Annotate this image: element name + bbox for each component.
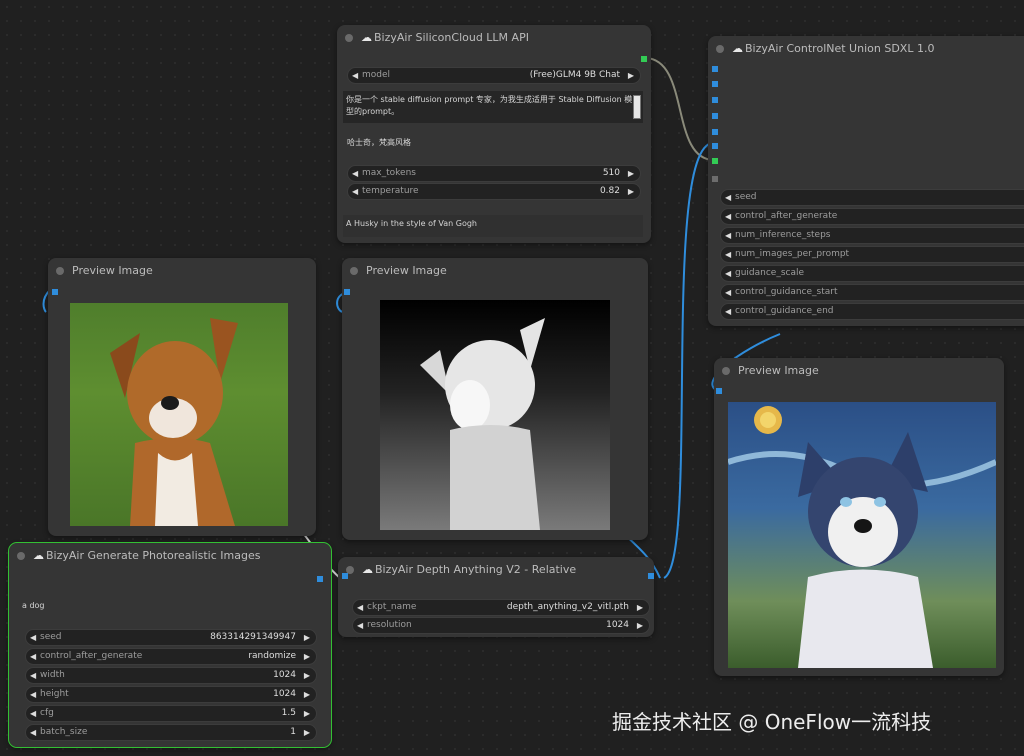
cloud-icon: ☁ (361, 31, 372, 44)
input-port[interactable] (712, 158, 718, 164)
depth-anything-node[interactable]: ☁ BizyAir Depth Anything V2 - Relative ◀ … (338, 557, 654, 637)
llm-output-text: A Husky in the style of Van Gogh (343, 215, 643, 237)
arrow-left-icon[interactable]: ◀ (30, 630, 36, 645)
preview-image-node-2[interactable]: Preview Image (342, 258, 648, 540)
input-port[interactable] (712, 113, 718, 119)
preview-image-node-3[interactable]: Preview Image (714, 358, 1004, 676)
collapse-dot-icon[interactable] (350, 267, 358, 275)
arrow-left-icon[interactable]: ◀ (30, 706, 36, 721)
cloud-icon: ☁ (33, 549, 44, 562)
arrow-right-icon[interactable]: ▶ (304, 668, 310, 683)
control-guidance-end-widget[interactable]: ◀ control_guidance_end (720, 303, 1024, 320)
arrow-left-icon[interactable]: ◀ (30, 668, 36, 683)
resolution-widget[interactable]: ◀ resolution 1024 ▶ (352, 617, 650, 634)
arrow-left-icon[interactable]: ◀ (352, 68, 358, 83)
controlnet-node[interactable]: ☁ BizyAir ControlNet Union SDXL 1.0 ◀ seed… (708, 36, 1024, 326)
arrow-left-icon[interactable]: ◀ (725, 228, 731, 243)
dog-photo-image (70, 303, 288, 526)
arrow-left-icon[interactable]: ◀ (357, 600, 363, 615)
arrow-right-icon[interactable]: ▶ (637, 600, 643, 615)
output-port[interactable] (317, 576, 323, 582)
collapse-dot-icon[interactable] (345, 34, 353, 42)
watermark-text: 掘金技术社区 @ OneFlow一流科技 (612, 710, 932, 734)
user-prompt-text[interactable]: 哈士奇，梵高风格 (347, 137, 411, 148)
cloud-icon: ☁ (732, 42, 743, 55)
input-port[interactable] (716, 388, 722, 394)
collapse-dot-icon[interactable] (56, 267, 64, 275)
van-gogh-husky-image (728, 402, 996, 668)
arrow-right-icon[interactable]: ▶ (637, 618, 643, 633)
num-inference-steps-widget[interactable]: ◀ num_inference_steps (720, 227, 1024, 244)
controlnet-node-title[interactable]: ☁ BizyAir ControlNet Union SDXL 1.0 (708, 36, 1024, 62)
arrow-left-icon[interactable]: ◀ (725, 209, 731, 224)
system-prompt-textarea[interactable]: 你是一个 stable diffusion prompt 专家，为我生成适用于 … (343, 91, 643, 123)
dog-photo-drawing (110, 318, 238, 526)
arrow-right-icon[interactable]: ▶ (304, 649, 310, 664)
collapse-dot-icon[interactable] (17, 552, 25, 560)
input-port[interactable] (342, 573, 348, 579)
generate-photorealistic-node[interactable]: ☁ BizyAir Generate Photorealistic Images … (8, 542, 332, 748)
llm-api-node[interactable]: ☁ BizyAir SiliconCloud LLM API ◀ model (F… (337, 25, 651, 243)
depth-node-title[interactable]: ☁ BizyAir Depth Anything V2 - Relative (338, 557, 654, 583)
arrow-left-icon[interactable]: ◀ (352, 184, 358, 199)
input-port[interactable] (712, 176, 718, 182)
input-port[interactable] (712, 66, 718, 72)
arrow-left-icon[interactable]: ◀ (357, 618, 363, 633)
num-images-per-prompt-widget[interactable]: ◀ num_images_per_prompt (720, 246, 1024, 263)
arrow-left-icon[interactable]: ◀ (725, 247, 731, 262)
depth-map-drawing (420, 318, 545, 530)
textarea-scrollbar[interactable] (633, 95, 641, 119)
prompt-textarea[interactable]: a dog (19, 597, 319, 623)
seed-widget[interactable]: ◀ seed (720, 189, 1024, 206)
input-port[interactable] (712, 97, 718, 103)
collapse-dot-icon[interactable] (716, 45, 724, 53)
model-select[interactable]: ◀ model (Free)GLM4 9B Chat ▶ (347, 67, 641, 84)
seed-widget[interactable]: ◀ seed 863314291349947 ▶ (25, 629, 317, 646)
arrow-left-icon[interactable]: ◀ (725, 190, 731, 205)
depth-map-image (380, 300, 610, 530)
output-port[interactable] (641, 56, 647, 62)
arrow-left-icon[interactable]: ◀ (30, 725, 36, 740)
generate-node-title[interactable]: ☁ BizyAir Generate Photorealistic Images (9, 543, 331, 569)
width-widget[interactable]: ◀ width 1024 ▶ (25, 667, 317, 684)
arrow-left-icon[interactable]: ◀ (30, 687, 36, 702)
output-port[interactable] (648, 573, 654, 579)
arrow-right-icon[interactable]: ▶ (628, 68, 634, 83)
llm-node-title[interactable]: ☁ BizyAir SiliconCloud LLM API (337, 25, 651, 51)
collapse-dot-icon[interactable] (722, 367, 730, 375)
arrow-left-icon[interactable]: ◀ (725, 285, 731, 300)
arrow-left-icon[interactable]: ◀ (725, 304, 731, 319)
arrow-left-icon[interactable]: ◀ (352, 166, 358, 181)
height-widget[interactable]: ◀ height 1024 ▶ (25, 686, 317, 703)
cfg-widget[interactable]: ◀ cfg 1.5 ▶ (25, 705, 317, 722)
arrow-right-icon[interactable]: ▶ (304, 687, 310, 702)
guidance-scale-widget[interactable]: ◀ guidance_scale (720, 265, 1024, 282)
input-port[interactable] (712, 143, 718, 149)
cloud-icon: ☁ (362, 563, 373, 576)
input-port[interactable] (344, 289, 350, 295)
preview-node-title[interactable]: Preview Image (48, 258, 316, 284)
arrow-right-icon[interactable]: ▶ (628, 166, 634, 181)
control-after-generate-widget[interactable]: ◀ control_after_generate (720, 208, 1024, 225)
max-tokens-widget[interactable]: ◀ max_tokens 510 ▶ (347, 165, 641, 182)
control-after-generate-widget[interactable]: ◀ control_after_generate randomize ▶ (25, 648, 317, 665)
preview-image-node-1[interactable]: Preview Image (48, 258, 316, 536)
control-guidance-start-widget[interactable]: ◀ control_guidance_start (720, 284, 1024, 301)
arrow-right-icon[interactable]: ▶ (628, 184, 634, 199)
ckpt-name-select[interactable]: ◀ ckpt_name depth_anything_v2_vitl.pth ▶ (352, 599, 650, 616)
preview-node-title[interactable]: Preview Image (714, 358, 1004, 384)
input-port[interactable] (712, 81, 718, 87)
batch-size-widget[interactable]: ◀ batch_size 1 ▶ (25, 724, 317, 741)
arrow-left-icon[interactable]: ◀ (725, 266, 731, 281)
preview-node-title[interactable]: Preview Image (342, 258, 648, 284)
arrow-right-icon[interactable]: ▶ (304, 725, 310, 740)
arrow-right-icon[interactable]: ▶ (304, 706, 310, 721)
arrow-right-icon[interactable]: ▶ (304, 630, 310, 645)
input-port[interactable] (712, 129, 718, 135)
arrow-left-icon[interactable]: ◀ (30, 649, 36, 664)
temperature-widget[interactable]: ◀ temperature 0.82 ▶ (347, 183, 641, 200)
input-port[interactable] (52, 289, 58, 295)
van-gogh-husky-drawing (728, 406, 996, 668)
